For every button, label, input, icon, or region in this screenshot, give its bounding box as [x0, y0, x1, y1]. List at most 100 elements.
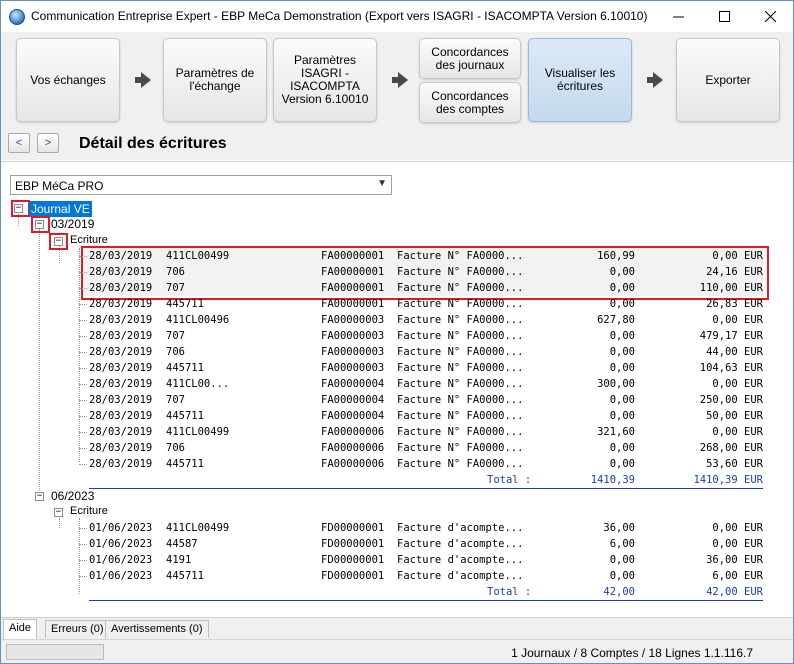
step-exporter-button[interactable]: Exporter	[676, 38, 780, 122]
entry-piece: FA00000001	[321, 250, 385, 262]
entry-label: Facture N° FA0000...	[397, 330, 524, 342]
total-debit: 1410,39	[590, 474, 635, 486]
tree-node-ecriture[interactable]: Ecriture	[70, 234, 108, 246]
tree-line	[79, 256, 87, 257]
entry-credit: 24,16 EUR	[706, 266, 763, 278]
step-concordances-journaux-button[interactable]: Concordances des journaux	[419, 38, 521, 79]
table-row[interactable]: 28/03/2019 706 FA00000006 Facture N° FA0000…	[79, 440, 763, 456]
tab-avertissements[interactable]: Avertissements (0)	[105, 620, 209, 638]
tree-line	[79, 320, 87, 321]
entry-debit: 0,00	[609, 362, 635, 374]
entry-piece: FA00000003	[321, 314, 385, 326]
step-concordances-comptes-button[interactable]: Concordances des comptes	[419, 82, 521, 123]
tab-erreurs[interactable]: Erreurs (0)	[45, 620, 110, 638]
entry-piece: FD00000001	[321, 554, 385, 566]
arrow-right-icon	[392, 72, 408, 88]
table-row[interactable]: 28/03/2019 707 FA00000003 Facture N° FA0000…	[79, 328, 763, 344]
entry-account: 445711	[166, 362, 204, 374]
entry-label: Facture N° FA0000...	[397, 314, 524, 326]
entry-debit: 0,00	[609, 298, 635, 310]
entry-credit: 0,00 EUR	[712, 522, 763, 534]
table-row[interactable]: 28/03/2019 445711 FA00000003 Facture N° FA0…	[79, 360, 763, 376]
table-row[interactable]: 28/03/2019 411CL00... FA00000004 Facture N°…	[79, 376, 763, 392]
collapse-icon[interactable]: −	[35, 220, 44, 229]
tree-node-journal[interactable]: Journal VE	[29, 201, 92, 217]
table-row[interactable]: 28/03/2019 445711 FA00000001 Facture N° FA0…	[79, 296, 763, 312]
wizard-ribbon: Vos échanges Paramètres de l'échange Par…	[1, 32, 793, 131]
tree-line	[79, 560, 87, 561]
entry-date: 01/06/2023	[89, 570, 153, 582]
collapse-icon[interactable]: −	[54, 237, 63, 246]
entry-debit: 36,00	[603, 522, 635, 534]
entry-date: 28/03/2019	[89, 298, 153, 310]
forward-button[interactable]: >	[37, 133, 59, 153]
tree-node-ecriture[interactable]: Ecriture	[70, 505, 108, 517]
table-row[interactable]: 01/06/2023 445711 FD00000001 Facture d'acom…	[79, 568, 763, 584]
entry-account: 706	[166, 346, 185, 358]
table-row[interactable]: 28/03/2019 706 FA00000001 Facture N° FA0000…	[79, 264, 763, 280]
entry-date: 28/03/2019	[89, 266, 153, 278]
minimize-icon[interactable]	[655, 1, 701, 32]
tree-line	[79, 368, 87, 369]
entry-date: 28/03/2019	[89, 314, 153, 326]
entry-date: 28/03/2019	[89, 378, 153, 390]
step-parametres-isagri-button[interactable]: Paramètres ISAGRI - ISACOMPTA Version 6.…	[273, 38, 377, 122]
tree-line	[79, 544, 87, 545]
entry-credit: 0,00 EUR	[712, 426, 763, 438]
maximize-icon[interactable]	[701, 1, 747, 32]
tree-line	[79, 528, 87, 529]
entry-debit: 0,00	[609, 442, 635, 454]
entry-date: 28/03/2019	[89, 362, 153, 374]
window-title: Communication Entreprise Expert - EBP Me…	[31, 9, 648, 23]
total-credit: 1410,39 EUR	[693, 474, 763, 486]
table-row[interactable]: 01/06/2023 411CL00499 FD00000001 Facture d'…	[79, 520, 763, 536]
entry-label: Facture N° FA0000...	[397, 442, 524, 454]
entry-piece: FD00000001	[321, 522, 385, 534]
close-icon[interactable]	[747, 1, 793, 32]
entry-debit: 0,00	[609, 458, 635, 470]
tree-line	[79, 448, 87, 449]
total-credit: 42,00 EUR	[706, 586, 763, 598]
entry-date: 28/03/2019	[89, 458, 153, 470]
table-row[interactable]: 28/03/2019 707 FA00000001 Facture N° FA0000…	[79, 280, 763, 296]
table-row[interactable]: 01/06/2023 4191 FD00000001 Facture d'acompt…	[79, 552, 763, 568]
step-vos-echanges-button[interactable]: Vos échanges	[16, 38, 120, 122]
entry-piece: FD00000001	[321, 570, 385, 582]
tree-line	[79, 416, 87, 417]
collapse-icon[interactable]: −	[54, 508, 63, 517]
step-parametres-echange-button[interactable]: Paramètres de l'échange	[163, 38, 267, 122]
entry-debit: 300,00	[597, 378, 635, 390]
entry-account: 411CL00...	[166, 378, 230, 390]
table-row[interactable]: 28/03/2019 445711 FA00000004 Facture N° FA0…	[79, 408, 763, 424]
total-row: Total : 1410,39 1410,39 EUR	[89, 472, 763, 489]
entry-account: 411CL00496	[166, 314, 230, 326]
tree-line	[79, 336, 87, 337]
table-row[interactable]: 28/03/2019 411CL00499 FA00000001 Facture N°…	[79, 248, 763, 264]
table-row[interactable]: 28/03/2019 411CL00496 FA00000003 Facture N°…	[79, 312, 763, 328]
tree-node-period[interactable]: 03/2019	[51, 217, 94, 231]
entry-label: Facture N° FA0000...	[397, 394, 524, 406]
status-bar: 1 Journaux / 8 Comptes / 18 Lignes 1.1.1…	[1, 639, 793, 663]
entry-label: Facture N° FA0000...	[397, 250, 524, 262]
chevron-down-icon[interactable]: ▼	[377, 178, 387, 189]
entry-piece: FA00000001	[321, 298, 385, 310]
entry-debit: 0,00	[609, 346, 635, 358]
table-row[interactable]: 28/03/2019 445711 FA00000006 Facture N° FA0…	[79, 456, 763, 472]
step-visualiser-button[interactable]: Visualiser les écritures	[528, 38, 632, 122]
source-select[interactable]: EBP MéCa PRO ▼	[10, 175, 392, 195]
table-row[interactable]: 01/06/2023 44587 FD00000001 Facture d'acomp…	[79, 536, 763, 552]
table-row[interactable]: 28/03/2019 706 FA00000003 Facture N° FA0000…	[79, 344, 763, 360]
entry-label: Facture N° FA0000...	[397, 410, 524, 422]
table-row[interactable]: 28/03/2019 411CL00499 FA00000006 Facture N°…	[79, 424, 763, 440]
tree-line	[79, 518, 80, 594]
back-button[interactable]: <	[8, 133, 30, 153]
entry-credit: 110,00 EUR	[699, 282, 763, 294]
entry-credit: 0,00 EUR	[712, 378, 763, 390]
tree-node-period[interactable]: 06/2023	[51, 489, 94, 503]
collapse-icon[interactable]: −	[14, 204, 23, 213]
table-row[interactable]: 28/03/2019 707 FA00000004 Facture N° FA0000…	[79, 392, 763, 408]
entry-credit: 36,00 EUR	[706, 554, 763, 566]
tab-aide[interactable]: Aide	[3, 619, 38, 639]
entry-credit: 50,00 EUR	[706, 410, 763, 422]
collapse-icon[interactable]: −	[35, 492, 44, 501]
